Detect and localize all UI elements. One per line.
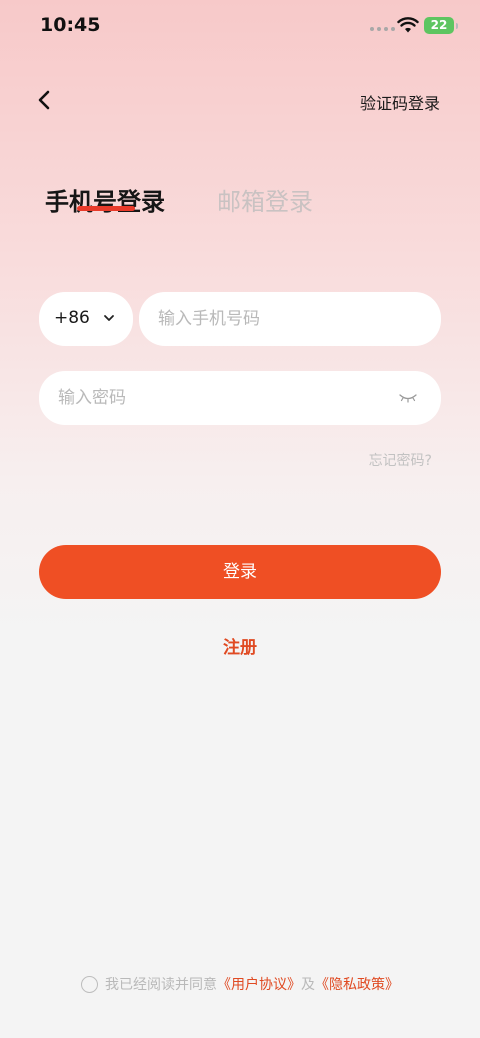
country-code-value: +86	[54, 308, 90, 328]
tab-phone-login[interactable]: 手机号登录	[45, 182, 165, 217]
agreement-checkbox[interactable]	[81, 975, 98, 993]
phone-input[interactable]	[158, 292, 418, 346]
battery-indicator: 22	[424, 17, 458, 34]
password-input[interactable]	[58, 371, 318, 425]
wifi-icon	[397, 17, 419, 33]
country-code-select[interactable]: +86	[39, 292, 133, 346]
status-bar: 10:45 22	[0, 0, 480, 52]
eye-closed-icon[interactable]	[398, 391, 418, 405]
register-link[interactable]: 注册	[0, 633, 480, 658]
chevron-down-icon	[104, 315, 114, 321]
privacy-policy-link[interactable]: 《隐私政策》	[315, 974, 399, 994]
agreement-row: 我已经阅读并同意 《用户协议》 及 《隐私政策》	[0, 974, 480, 994]
password-field-container	[39, 371, 441, 425]
user-agreement-link[interactable]: 《用户协议》	[217, 974, 301, 994]
agreement-conjunction: 及	[301, 977, 315, 993]
phone-field-container	[139, 292, 441, 346]
tab-email-login[interactable]: 邮箱登录	[217, 182, 313, 217]
login-button[interactable]: 登录	[39, 545, 441, 599]
status-time: 10:45	[40, 14, 101, 36]
active-tab-indicator	[77, 206, 135, 211]
sms-code-login-link[interactable]: 验证码登录	[360, 90, 440, 114]
forgot-password-link[interactable]: 忘记密码?	[369, 450, 432, 470]
agreement-prefix: 我已经阅读并同意	[105, 977, 217, 993]
cellular-signal-icon	[370, 27, 395, 31]
back-icon[interactable]	[34, 86, 60, 114]
